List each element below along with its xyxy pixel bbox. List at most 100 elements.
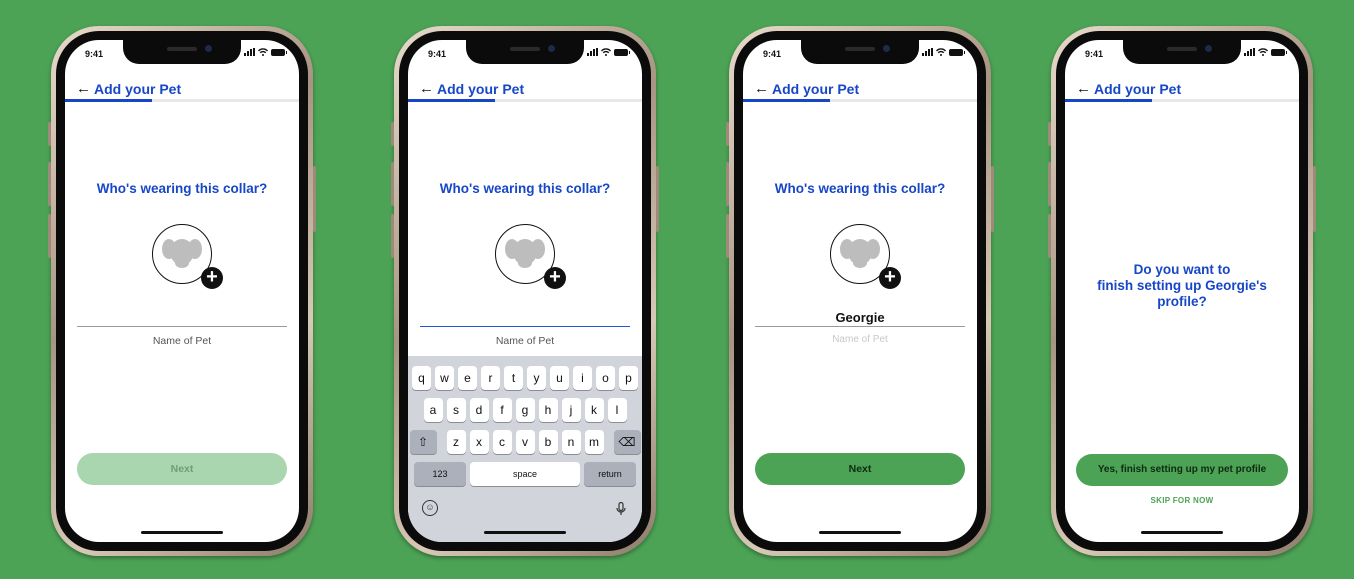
emoji-icon[interactable]: ☺ <box>422 500 438 516</box>
pet-name-input[interactable]: Georgie <box>743 310 977 325</box>
app-header: ← Add your Pet <box>408 80 642 110</box>
progress-fill <box>743 99 830 102</box>
key-j[interactable]: j <box>561 398 581 422</box>
key-a[interactable]: a <box>423 398 443 422</box>
key-u[interactable]: u <box>550 366 569 390</box>
battery-icon <box>271 49 287 56</box>
pet-name-underline-focused <box>420 326 630 327</box>
silent-switch <box>726 122 729 146</box>
microphone-icon[interactable] <box>616 502 626 516</box>
question-heading: Who's wearing this collar? <box>774 181 946 196</box>
skip-for-now-link[interactable]: SKIP FOR NOW <box>1065 496 1299 505</box>
key-g[interactable]: g <box>515 398 535 422</box>
camera <box>883 45 890 52</box>
key-l[interactable]: l <box>607 398 627 422</box>
progress-bar <box>1065 99 1299 102</box>
key-r[interactable]: r <box>481 366 500 390</box>
shift-key-icon[interactable]: ⇧ <box>409 430 437 454</box>
notch <box>1123 40 1241 64</box>
page-title: Add your Pet <box>437 81 525 97</box>
wifi-icon <box>936 48 946 56</box>
finish-profile-button[interactable]: Yes, finish setting up my pet profile <box>1076 454 1288 486</box>
signal-icon <box>244 48 255 56</box>
key-i[interactable]: i <box>573 366 592 390</box>
key-c[interactable]: c <box>492 430 512 454</box>
back-arrow-icon[interactable]: ← <box>419 80 434 98</box>
pet-photo-placeholder[interactable]: + <box>830 224 901 289</box>
add-photo-icon[interactable]: + <box>201 267 223 289</box>
next-button[interactable]: Next <box>755 453 965 485</box>
pet-photo-placeholder[interactable]: + <box>152 224 223 289</box>
space-key[interactable]: space <box>470 462 580 486</box>
phone-frame-2: 9:41 ← Add your Pet Who's wearing this c… <box>391 26 659 556</box>
question-heading: Who's wearing this collar? <box>439 181 611 196</box>
wifi-icon <box>601 48 611 56</box>
add-photo-icon[interactable]: + <box>879 267 901 289</box>
wifi-icon <box>1258 48 1268 56</box>
speaker <box>167 47 197 51</box>
key-n[interactable]: n <box>561 430 581 454</box>
key-x[interactable]: x <box>469 430 489 454</box>
key-z[interactable]: z <box>446 430 466 454</box>
volume-up-button <box>726 162 729 206</box>
delete-key-icon[interactable]: ⌫ <box>613 430 641 454</box>
add-photo-icon[interactable]: + <box>544 267 566 289</box>
screen-pet-name-filled: 9:41 ← Add your Pet Who's wearing this c… <box>743 40 977 542</box>
onscreen-keyboard: q w e r t y u i o p a s d f g h j k l ⇧ … <box>408 356 642 542</box>
progress-bar <box>65 99 299 102</box>
camera <box>205 45 212 52</box>
progress-fill <box>1065 99 1152 102</box>
finish-profile-question-line-1: Do you want to <box>1133 262 1231 277</box>
finish-profile-question-line-3: profile? <box>1157 294 1207 309</box>
wifi-icon <box>258 48 268 56</box>
keyboard-row-1: q w e r t y u i o p <box>408 366 642 390</box>
status-icons <box>922 48 965 56</box>
power-button <box>1313 166 1316 232</box>
home-indicator <box>141 531 223 534</box>
numbers-key[interactable]: 123 <box>414 462 466 486</box>
progress-fill <box>65 99 152 102</box>
power-button <box>991 166 994 232</box>
volume-down-button <box>726 214 729 258</box>
key-q[interactable]: q <box>412 366 431 390</box>
key-s[interactable]: s <box>446 398 466 422</box>
pet-name-label: Name of Pet <box>495 335 555 347</box>
back-arrow-icon[interactable]: ← <box>76 80 91 98</box>
key-p[interactable]: p <box>619 366 638 390</box>
home-indicator <box>1141 531 1223 534</box>
key-f[interactable]: f <box>492 398 512 422</box>
next-button[interactable]: Next <box>77 453 287 485</box>
key-o[interactable]: o <box>596 366 615 390</box>
keyboard-row-4: 123 space return <box>408 462 642 486</box>
key-y[interactable]: y <box>527 366 546 390</box>
home-indicator <box>819 531 901 534</box>
power-button <box>656 166 659 232</box>
notch <box>466 40 584 64</box>
key-b[interactable]: b <box>538 430 558 454</box>
notch <box>123 40 241 64</box>
question-heading: Who's wearing this collar? <box>96 181 268 196</box>
key-e[interactable]: e <box>458 366 477 390</box>
key-m[interactable]: m <box>584 430 604 454</box>
back-arrow-icon[interactable]: ← <box>754 80 769 98</box>
volume-down-button <box>1048 214 1051 258</box>
camera <box>548 45 555 52</box>
return-key[interactable]: return <box>584 462 636 486</box>
status-time: 9:41 <box>1085 49 1104 59</box>
battery-icon <box>949 49 965 56</box>
speaker <box>845 47 875 51</box>
key-w[interactable]: w <box>435 366 454 390</box>
keyboard-row-3: ⇧ z x c v b n m ⌫ <box>408 430 642 454</box>
silent-switch <box>391 122 394 146</box>
key-v[interactable]: v <box>515 430 535 454</box>
key-h[interactable]: h <box>538 398 558 422</box>
speaker <box>510 47 540 51</box>
signal-icon <box>1244 48 1255 56</box>
back-arrow-icon[interactable]: ← <box>1076 80 1091 98</box>
key-k[interactable]: k <box>584 398 604 422</box>
pet-photo-placeholder[interactable]: + <box>495 224 566 289</box>
key-t[interactable]: t <box>504 366 523 390</box>
pet-name-label: Name of Pet <box>832 334 888 345</box>
key-d[interactable]: d <box>469 398 489 422</box>
volume-up-button <box>1048 162 1051 206</box>
